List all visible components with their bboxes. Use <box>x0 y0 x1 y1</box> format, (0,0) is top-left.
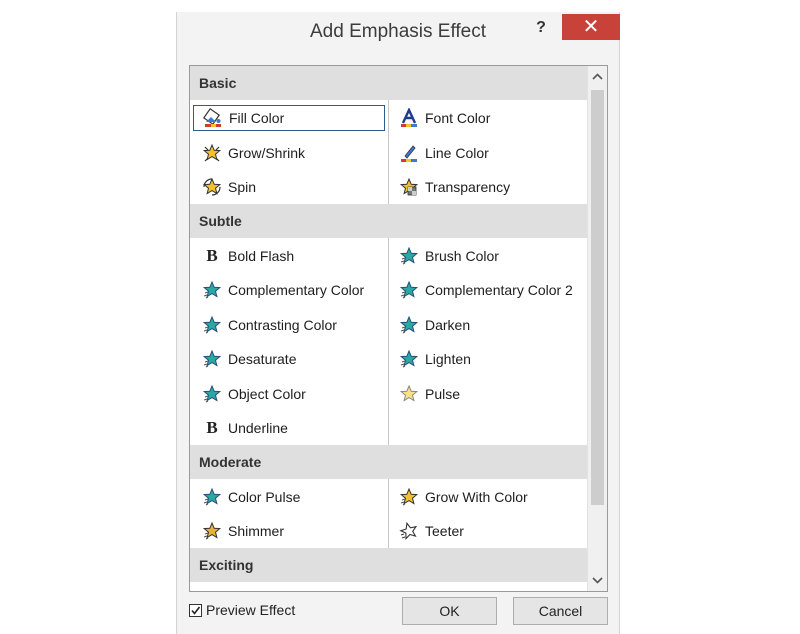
star-effect-icon <box>202 280 222 300</box>
dialog-footer: Preview Effect OK Cancel <box>177 596 619 634</box>
teeter-icon <box>399 521 419 541</box>
effect-item-label: Complementary Color 2 <box>425 282 573 299</box>
star-effect-icon <box>202 384 222 404</box>
effect-item-teeter[interactable]: Teeter <box>390 518 582 544</box>
effect-item-desaturate[interactable]: Desaturate <box>193 346 385 372</box>
effect-item-label: Font Color <box>425 110 491 127</box>
star-effect-icon <box>399 280 419 300</box>
effect-item-label: Fill Color <box>229 110 285 127</box>
cancel-button[interactable]: Cancel <box>513 597 608 625</box>
checkmark-icon <box>191 606 201 615</box>
effect-item-complementary-color-2[interactable]: Complementary Color 2 <box>390 277 582 303</box>
effect-item-lighten[interactable]: Lighten <box>390 346 582 372</box>
effect-item-label: Desaturate <box>228 351 297 368</box>
vertical-scrollbar[interactable] <box>587 66 607 591</box>
effect-item-label: Brush Color <box>425 247 499 264</box>
column-divider <box>388 100 389 204</box>
column-divider <box>388 237 389 445</box>
line-color-icon <box>399 143 419 163</box>
fill-color-icon <box>203 108 223 128</box>
effect-item-pulse[interactable]: Pulse <box>390 381 582 407</box>
effect-item-font-color[interactable]: Font Color <box>390 105 582 131</box>
help-button[interactable]: ? <box>529 16 553 40</box>
effect-item-label: Shimmer <box>228 523 285 540</box>
effect-item-label: Line Color <box>425 144 489 161</box>
spin-icon <box>202 177 222 197</box>
transparency-icon <box>399 177 419 197</box>
section-header-moderate: Moderate <box>190 444 587 479</box>
effect-item-label: Bold Flash <box>228 247 295 264</box>
effect-item-label: Pulse <box>425 385 461 402</box>
effect-item-label: Darken <box>425 316 471 333</box>
effect-item-underline[interactable]: B Underline <box>193 415 385 441</box>
ok-button[interactable]: OK <box>402 597 497 625</box>
effect-item-label: Underline <box>228 420 288 437</box>
bold-icon: B <box>206 245 218 265</box>
bold-icon: B <box>206 418 218 438</box>
shimmer-icon <box>202 521 222 541</box>
checkbox-box[interactable] <box>189 603 202 617</box>
star-effect-icon <box>399 349 419 369</box>
effect-item-label: Object Color <box>228 385 306 402</box>
pulse-icon <box>399 384 419 404</box>
effect-item-label: Transparency <box>425 179 511 196</box>
star-effect-icon <box>399 246 419 266</box>
effect-item-fill-color[interactable]: Fill Color <box>193 105 385 132</box>
effect-item-label: Color Pulse <box>228 488 301 505</box>
star-effect-icon <box>202 349 222 369</box>
chevron-up-icon <box>592 73 603 80</box>
section-header-exciting: Exciting <box>190 547 587 582</box>
effect-item-shimmer[interactable]: Shimmer <box>193 518 385 544</box>
title-bar: Add Emphasis Effect ? ✕ <box>177 12 620 56</box>
effect-item-complementary-color[interactable]: Complementary Color <box>193 277 385 303</box>
effect-item-grow-shrink[interactable]: Grow/Shrink <box>193 140 385 166</box>
effect-item-contrasting-color[interactable]: Contrasting Color <box>193 312 385 338</box>
effect-item-label: Teeter <box>425 523 464 540</box>
effect-item-transparency[interactable]: Transparency <box>390 174 582 200</box>
effect-item-line-color[interactable]: Line Color <box>390 140 582 166</box>
add-emphasis-effect-dialog: Add Emphasis Effect ? ✕ Basic Fill Color F… <box>176 12 620 634</box>
effects-list[interactable]: Basic Fill Color Font Color Grow/Shrink Line… <box>189 65 608 592</box>
effect-item-darken[interactable]: Darken <box>390 312 582 338</box>
effect-item-grow-with-color[interactable]: Grow With Color <box>390 484 582 510</box>
star-effect-icon <box>399 315 419 335</box>
effects-list-content: Basic Fill Color Font Color Grow/Shrink Line… <box>190 66 587 591</box>
effect-item-label: Grow With Color <box>425 488 528 505</box>
effect-item-bold-flash[interactable]: B Bold Flash <box>193 243 385 269</box>
preview-effect-label: Preview Effect <box>206 602 296 618</box>
grow-shrink-icon <box>202 143 222 163</box>
column-divider <box>388 478 389 548</box>
effect-item-spin[interactable]: Spin <box>193 174 385 200</box>
effect-item-label: Lighten <box>425 351 471 368</box>
star-effect-icon <box>202 315 222 335</box>
effect-item-object-color[interactable]: Object Color <box>193 381 385 407</box>
effect-item-label: Grow/Shrink <box>228 144 306 161</box>
effect-item-label: Complementary Color <box>228 282 365 299</box>
chevron-down-icon <box>592 577 603 584</box>
section-header-basic: Basic <box>190 66 587 100</box>
font-color-icon <box>399 108 419 128</box>
effect-item-label: Contrasting Color <box>228 316 337 333</box>
preview-effect-checkbox[interactable]: Preview Effect <box>189 599 295 621</box>
star-effect-icon <box>202 487 222 507</box>
grow-with-color-icon <box>399 487 419 507</box>
effect-item-brush-color[interactable]: Brush Color <box>390 243 582 269</box>
close-button[interactable]: ✕ <box>562 14 620 40</box>
scroll-thumb[interactable] <box>591 90 604 505</box>
scroll-up-button[interactable] <box>588 68 607 86</box>
scroll-down-button[interactable] <box>588 571 607 589</box>
effect-item-color-pulse[interactable]: Color Pulse <box>193 484 385 510</box>
section-header-subtle: Subtle <box>190 203 587 238</box>
effect-item-label: Spin <box>228 179 257 196</box>
